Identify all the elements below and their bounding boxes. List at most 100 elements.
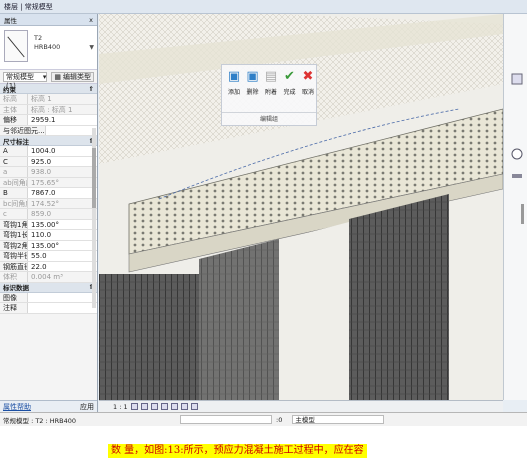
attach-icon: ▤ [264,69,278,84]
chevron-down-icon[interactable]: ▼ [89,44,94,51]
instance-filter-dropdown[interactable]: 常规模型 (1) ▾ [3,71,48,90]
add-button[interactable]: ▣ 添加 [225,69,243,96]
top-bar: 楼层 | 常规模型 [0,0,527,14]
section-dimensions[interactable]: 尺寸标注⇑ [0,136,97,146]
property-value[interactable]: 2959.1 [28,115,97,125]
palette-footer: 属性帮助 应用 [0,400,97,412]
cancel-icon: ✖ [302,69,314,84]
3d-viewport[interactable]: ▣ 添加 ▣ 删除 ▤ 附着 ✔ 完成 ✖ 取消编辑组 [99,14,503,400]
property-row[interactable]: 弯钩1角度135.00° [0,219,97,230]
property-value[interactable]: 135.00° [28,219,97,229]
property-value[interactable]: 7867.0 [28,188,97,198]
property-name: C [0,156,28,166]
section-label: 约束 [3,85,16,94]
property-value[interactable] [28,292,97,302]
property-row[interactable]: 弯钩半径55.0 [0,251,97,262]
property-row[interactable]: 注释 [0,303,97,314]
property-value[interactable]: 925.0 [28,156,97,166]
detail-level-icon[interactable] [130,403,138,410]
property-value[interactable] [46,125,97,135]
crop-icon[interactable] [170,403,178,410]
scroll-thumb[interactable] [92,148,96,208]
property-name: B [0,188,28,198]
property-value[interactable]: 135.00° [28,240,97,250]
property-row[interactable]: C 925.0 [0,156,97,167]
edit-type-button[interactable]: ▦ 编辑类型 [51,71,94,82]
properties-help-link[interactable]: 属性帮助 [3,402,31,412]
visual-style-icon[interactable] [140,403,148,410]
property-name: 钢筋直径 [0,261,28,271]
dimensions-table: A1004.0C925.0a938.0ab间角度175.65°B7867.0bc… [0,146,97,283]
property-row[interactable]: ab间角度175.65° [0,177,97,188]
property-name: 图像 [0,292,28,302]
property-row[interactable]: 主体 标高 : 标高 1 [0,104,97,115]
property-name: 弯钩1角度 [0,219,28,229]
property-row[interactable]: 与邻近图元... [0,125,97,136]
sun-path-icon[interactable] [150,403,158,410]
property-row[interactable]: a 938.0 [0,167,97,178]
property-value: 174.52° [28,198,97,208]
property-row[interactable]: B 7867.0 [0,188,97,199]
property-name: A [0,146,28,156]
section-constraints[interactable]: 约束 ⇑ [0,84,97,94]
dropdown-arrow-icon: ▾ [42,72,47,81]
workset-field[interactable] [180,415,272,424]
delete-button[interactable]: ▣ 删除 [244,69,262,96]
attach-button[interactable]: ▤ 附着 [262,69,280,96]
hide-isolate-icon[interactable] [180,403,188,410]
type-selector[interactable]: T2 HRB400 ▼ [0,26,97,70]
property-row[interactable]: bc间角度174.52° [0,198,97,209]
section-label: 尺寸标注 [3,137,29,146]
edit-type-label: 编辑类型 [63,72,91,81]
property-value[interactable]: 22.0 [28,261,97,271]
property-row[interactable]: 钢筋直径22.0 [0,261,97,272]
apply-button[interactable]: 应用 [80,402,94,412]
cancel-button[interactable]: ✖ 取消 [299,69,317,96]
property-name: 弯钩2角度 [0,240,28,250]
check-button[interactable]: ✔ 完成 [281,69,299,96]
property-value[interactable]: 55.0 [28,251,97,261]
property-row[interactable]: A 1004.0 [0,146,97,157]
model-selector[interactable]: 主模型 [292,415,385,424]
delete-icon: ▣ [246,69,259,84]
ribbon-group-title: 编辑组 [222,112,316,123]
shadows-icon[interactable] [160,403,168,410]
property-value[interactable] [28,303,97,313]
scale-label[interactable]: 1 : 1 [113,403,128,411]
property-row[interactable]: c 859.0 [0,209,97,220]
instance-selector-row: 常规模型 (1) ▾ ▦ 编辑类型 [0,70,97,90]
property-name: 标高 [0,94,28,104]
property-row[interactable]: 图像 [0,292,97,303]
ribbon-button-label: 取消 [301,89,314,96]
revit-window: 楼层 | 常规模型 属性 x T2 HRB400 ▼ 常规模型 (1) ▾ ▦ 编辑… [0,0,527,458]
zero-value: :0 [276,415,283,424]
property-row[interactable]: 弯钩2角度135.00° [0,240,97,251]
property-value: 175.65° [28,177,97,187]
constraints-table: 标高 标高 1 主体 标高 : 标高 1 偏移 2959.1 与邻近图元... [0,94,97,136]
palette-title: 属性 [4,16,17,25]
property-name: ab间角度 [0,177,28,187]
reveal-icon[interactable] [190,403,198,410]
section-identity[interactable]: 标识数据⇑ [0,282,97,293]
property-row[interactable]: 标高 标高 1 [0,94,97,105]
property-row[interactable]: 偏移 2959.1 [0,115,97,126]
close-icon[interactable]: x [89,16,93,24]
palette-scrollbar[interactable] [92,128,96,308]
property-name: a [0,167,28,177]
add-icon: ▣ [227,69,241,84]
view-control-bar: 1 : 1 [99,400,503,412]
property-row[interactable]: 体积 0.004 m³ [0,272,97,283]
property-name: 弯钩1长度 [0,230,28,240]
property-value[interactable]: 1004.0 [28,146,97,156]
property-row[interactable]: 弯钩1长度110.0 [0,230,97,241]
property-name: 主体 [0,104,28,114]
caption-area: 数 量，如图:13:所示，预应力混凝土施工过程中，应在容 [0,426,527,458]
property-name: bc间角度 [0,198,28,208]
property-value: 标高 : 标高 1 [28,104,97,114]
property-name: 与邻近图元... [0,125,46,135]
property-name: c [0,209,28,219]
property-value[interactable]: 110.0 [28,230,97,240]
property-value: 0.004 m³ [28,272,97,282]
edit-group-panel: ▣ 添加 ▣ 删除 ▤ 附着 ✔ 完成 ✖ 取消编辑组 [221,64,317,126]
properties-palette: 属性 x T2 HRB400 ▼ 常规模型 (1) ▾ ▦ 编辑类型 约束 ⇑ 标高标… [0,14,98,412]
